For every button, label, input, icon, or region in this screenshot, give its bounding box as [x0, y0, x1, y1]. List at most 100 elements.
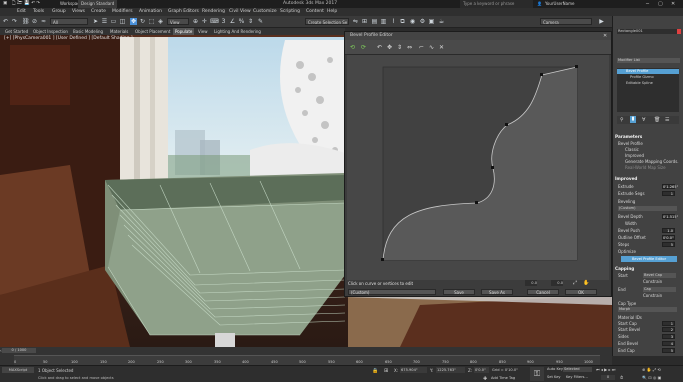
refresh-icon[interactable]: ⟳ — [359, 43, 368, 52]
optimize-checkbox[interactable]: Optimize — [618, 249, 636, 254]
ok-button[interactable]: OK — [565, 289, 597, 295]
x-coord-field[interactable]: 675.904" — [400, 367, 427, 373]
remove-modifier-icon[interactable]: 🗑 — [654, 117, 660, 123]
coord-field-2[interactable]: 0.0 — [551, 280, 563, 286]
curve-vertex[interactable] — [540, 73, 543, 76]
quick-access-icons[interactable]: 🗋 🗁 💾 ↶ ↷ — [12, 0, 40, 8]
curve-editor-icon[interactable]: ⌇ — [390, 18, 397, 25]
end-cap-dropdown[interactable]: Cap — [643, 287, 676, 292]
menu-item[interactable]: Content — [306, 8, 324, 16]
start-cap-id-field[interactable]: 1 — [662, 321, 675, 326]
render-icon[interactable]: ☕ — [438, 18, 445, 25]
bevel-profile-editor-button[interactable]: Bevel Profile Editor — [621, 256, 677, 262]
selection-filter-dropdown[interactable]: All — [50, 18, 88, 25]
menu-item[interactable]: Graph Editors — [168, 8, 199, 16]
end-constrain-checkbox[interactable]: Constrain — [643, 293, 662, 298]
set-key-icon[interactable]: ⚿ — [530, 367, 544, 381]
angle-snap-icon[interactable]: ∠ — [229, 18, 236, 25]
track-bar[interactable]: 0 50 100 150 200 250 300 350 400 450 500… — [14, 355, 600, 365]
align-icon[interactable]: ⊞ — [361, 18, 368, 25]
gen-mapping-checkbox[interactable]: Generate Mapping Coords. — [625, 159, 679, 164]
profile-curve-graph[interactable] — [347, 55, 609, 280]
steps-field[interactable]: 5 — [662, 242, 675, 247]
window-crossing-icon[interactable]: ◫ — [119, 18, 126, 25]
redo-icon[interactable]: ↷ — [11, 18, 18, 25]
width-checkbox[interactable]: Width — [625, 221, 637, 226]
maximize-button[interactable]: ▢ — [658, 0, 663, 8]
menu-item[interactable]: Civil View — [229, 8, 251, 16]
outline-offset-field[interactable]: 0'0.0" — [662, 235, 675, 240]
select-manipulate-icon[interactable]: ✛ — [201, 18, 208, 25]
placement-icon[interactable]: ◈ — [157, 18, 164, 25]
keyboard-shortcut-icon[interactable]: ⌨ — [210, 18, 219, 25]
preset-dropdown[interactable]: (Custom) — [348, 289, 436, 295]
ribbon-tab[interactable]: Lighting And Rendering — [214, 28, 261, 35]
render-camera-dropdown[interactable]: Camera — [540, 18, 592, 25]
delete-point-icon[interactable]: ✕ — [437, 43, 446, 52]
save-button[interactable]: Save — [443, 289, 475, 295]
undo-icon[interactable]: ↶ — [2, 18, 9, 25]
pin-stack-icon[interactable]: ⚲ — [620, 117, 624, 123]
add-time-tag-icon[interactable]: ✚ — [483, 376, 487, 382]
reset-icon[interactable]: ⟲ — [348, 43, 357, 52]
scale-icon[interactable]: ⬚ — [148, 18, 155, 25]
configure-sets-icon[interactable]: ☰ — [665, 117, 669, 123]
move-icon[interactable]: ✥ — [130, 18, 137, 25]
scene-explorer-icon[interactable]: ▤ — [371, 18, 378, 25]
menu-item[interactable]: Scripting — [280, 8, 300, 16]
curve-vertex[interactable] — [575, 65, 578, 68]
ribbon-tab[interactable]: Object Inspection — [33, 28, 68, 35]
object-color-swatch[interactable] — [677, 29, 681, 34]
rect-selection-icon[interactable]: ▭ — [110, 18, 117, 25]
stack-item-bevel-profile[interactable]: Bevel Profile — [617, 69, 679, 74]
menu-item[interactable]: Create — [91, 8, 106, 16]
ribbon-tab[interactable]: Basic Modeling — [73, 28, 103, 35]
ribbon-tab[interactable]: Get Started — [5, 28, 28, 35]
beveling-dropdown[interactable]: (Custom) — [618, 206, 677, 211]
cap-type-dropdown[interactable]: Morph — [618, 307, 677, 312]
classic-radio[interactable]: Classic — [625, 147, 639, 152]
stack-item-editable-spline[interactable]: Editable Spline — [617, 81, 653, 86]
vertical-move-icon[interactable]: ⇕ — [395, 43, 404, 52]
bevel-depth-field[interactable]: 0'1.515" — [662, 214, 678, 219]
start-bevel-id-field[interactable]: 2 — [662, 327, 675, 332]
sides-id-field[interactable]: 3 — [662, 334, 675, 339]
save-as-button[interactable]: Save As — [481, 289, 513, 295]
key-filters-button[interactable]: Key Filters... — [566, 375, 588, 379]
time-config-icon[interactable]: ⏱ — [620, 375, 623, 380]
section-parameters[interactable]: Parameters — [615, 134, 675, 139]
viewport-nav-icons-2[interactable]: 🔍 ⊡ ◎ ▣ — [642, 375, 661, 380]
improved-radio[interactable]: Improved — [625, 153, 644, 158]
move-point-icon[interactable]: ✥ — [385, 43, 394, 52]
workspace-dropdown[interactable]: Design Standard — [78, 0, 118, 8]
render-setup-icon[interactable]: ⚙ — [419, 18, 426, 25]
absolute-mode-icon[interactable]: ⊞ — [384, 368, 388, 374]
curve-vertex[interactable] — [381, 258, 384, 261]
curve-vertex[interactable] — [505, 123, 508, 126]
undo-curve-icon[interactable]: ↶ — [375, 43, 384, 52]
named-selection-dropdown[interactable]: Create Selection Se — [305, 18, 349, 25]
y-coord-field[interactable]: 1225.763" — [436, 367, 465, 373]
app-logo-icon[interactable]: ▣ — [3, 0, 7, 8]
material-editor-icon[interactable]: ◉ — [409, 18, 416, 25]
curve-vertex[interactable] — [491, 166, 494, 169]
menu-item[interactable]: Views — [72, 8, 85, 16]
playback-controls[interactable]: ⏮ ◂ ▶ ▸ ⏭ — [596, 367, 615, 372]
menu-item[interactable]: Customize — [253, 8, 277, 16]
insert-bezier-icon[interactable]: ∿ — [427, 43, 436, 52]
object-name-field[interactable]: Rectangle001 — [617, 29, 678, 34]
close-button[interactable]: ✕ — [671, 0, 675, 8]
percent-snap-icon[interactable]: % — [238, 18, 245, 25]
real-world-checkbox[interactable]: Real-World Map Size — [625, 165, 666, 170]
coord-field-1[interactable]: 0.0 — [525, 280, 537, 286]
current-frame-field[interactable]: 0 — [601, 375, 615, 380]
menu-item[interactable]: Help — [327, 8, 337, 16]
key-selection-dropdown[interactable]: Selected — [563, 367, 592, 372]
minimize-button[interactable]: ─ — [646, 0, 649, 8]
ribbon-tab[interactable]: View — [198, 28, 208, 35]
edit-named-selection-icon[interactable]: ✎ — [257, 18, 264, 25]
stack-item-profile-gizmo[interactable]: Profile Gizmo — [617, 75, 654, 80]
cancel-button[interactable]: Cancel — [527, 289, 559, 295]
z-coord-field[interactable]: 0'0.0" — [474, 367, 489, 373]
select-object-icon[interactable]: ➤ — [92, 18, 99, 25]
